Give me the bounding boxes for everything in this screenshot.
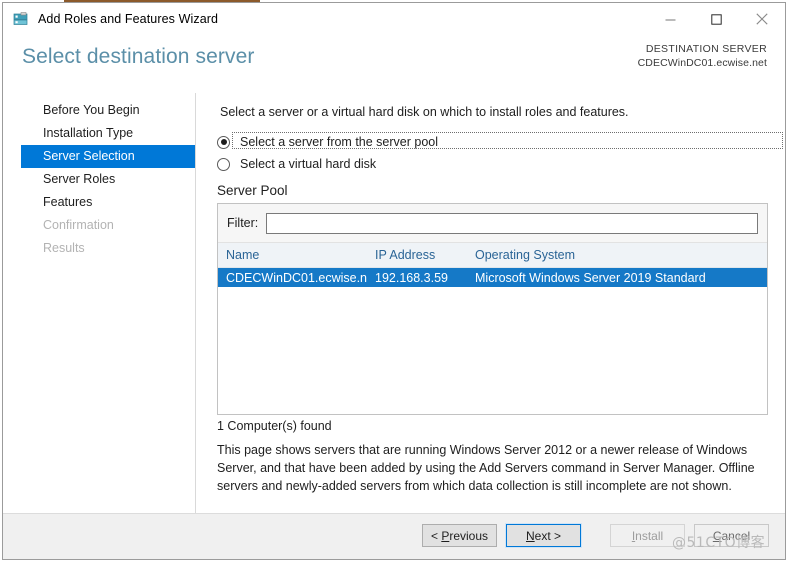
column-header-operating-system[interactable]: Operating System [467,248,767,262]
cancel-button-label: Cancel [712,528,751,543]
table-row[interactable]: CDECWinDC01.ecwise.net 192.168.3.59 Micr… [218,268,767,287]
cell-operating-system: Microsoft Windows Server 2019 Standard [475,270,706,285]
sidebar-item-confirmation: Confirmation [43,218,114,232]
minimize-icon[interactable] [647,3,693,35]
radio-server-pool-row[interactable]: Select a server from the server pool [217,132,783,151]
radio-server-pool-label: Select a server from the server pool [240,135,438,149]
window-title: Add Roles and Features Wizard [38,12,219,26]
destination-server-value: CDECWinDC01.ecwise.net [637,57,767,69]
server-pool-group: Filter: Name IP Address Operating System… [217,203,768,415]
column-header-ip-address[interactable]: IP Address [367,248,467,262]
cell-name: CDECWinDC01.ecwise.net [226,270,367,285]
filter-input[interactable] [266,212,758,234]
next-button[interactable]: Next > [505,523,582,548]
sidebar-item-before-you-begin[interactable]: Before You Begin [21,99,195,122]
filter-label: Filter: [227,216,259,230]
window-controls [647,3,785,35]
cancel-button[interactable]: Cancel [694,524,769,547]
install-button: Install [610,524,685,547]
intro-text: Select a server or a virtual hard disk o… [220,105,629,119]
server-table-header: Name IP Address Operating System [218,243,767,268]
radio-virtual-hard-disk-label: Select a virtual hard disk [240,157,377,171]
next-button-label: Next > [525,528,562,543]
install-button-label: Install [631,528,664,543]
wizard-body: Before You Begin Installation Type Serve… [3,93,785,513]
column-header-name[interactable]: Name [218,248,367,262]
computers-found-text: 1 Computer(s) found [217,419,332,433]
radio-virtual-hard-disk-mark[interactable] [217,157,230,171]
wizard-content: Select a server or a virtual hard disk o… [196,93,785,513]
add-roles-wizard-window: Add Roles and Features Wizard Select des… [2,2,786,560]
sidebar-item-features[interactable]: Features [21,191,195,214]
previous-button[interactable]: < Previous [422,524,497,547]
wizard-footer: < Previous Next > Install Cancel [3,513,785,559]
server-pool-section-label: Server Pool [217,183,288,198]
radio-server-pool-mark[interactable] [217,135,230,149]
title-bar: Add Roles and Features Wizard [3,3,785,35]
sidebar-item-installation-type[interactable]: Installation Type [21,122,195,145]
wizard-nav: Before You Begin Installation Type Serve… [3,93,196,513]
cell-ip-address: 192.168.3.59 [375,270,448,285]
page-note-text: This page shows servers that are running… [217,443,755,493]
filter-row: Filter: [218,204,767,243]
radio-virtual-hard-disk-row[interactable]: Select a virtual hard disk [217,155,378,173]
close-icon[interactable] [739,3,785,35]
sidebar-item-results: Results [43,241,85,255]
server-table-body: CDECWinDC01.ecwise.net 192.168.3.59 Micr… [218,268,767,414]
destination-server-label: DESTINATION SERVER [645,43,767,55]
sidebar-item-server-selection[interactable]: Server Selection [21,145,195,168]
wizard-header: Select destination server DESTINATION SE… [3,35,785,93]
page-title: Select destination server [22,45,255,68]
server-manager-icon [13,11,29,27]
maximize-icon[interactable] [693,3,739,35]
previous-button-label: < Previous [430,528,489,543]
sidebar-item-server-roles[interactable]: Server Roles [21,168,195,191]
destination-server-block: DESTINATION SERVER CDECWinDC01.ecwise.ne… [638,42,767,70]
